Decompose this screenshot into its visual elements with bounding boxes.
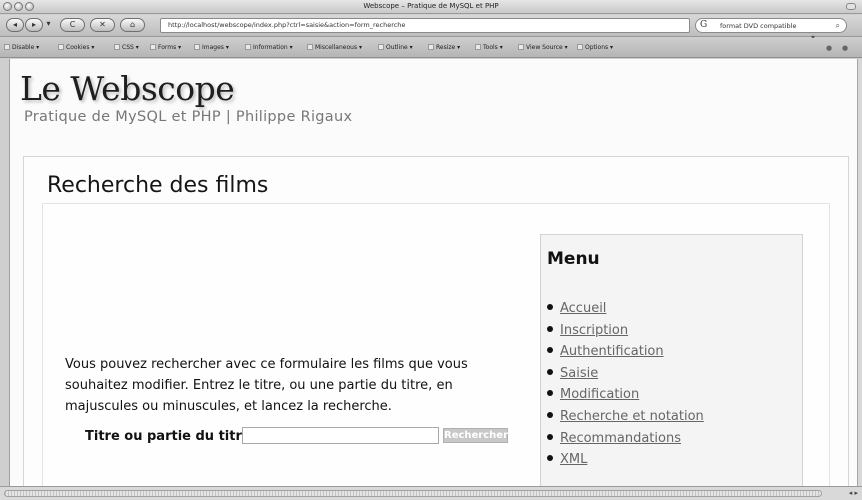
back-button[interactable]: ◂ <box>6 18 24 32</box>
title-bar: Webscope – Pratique de MySQL et PHP <box>0 0 862 14</box>
search-button[interactable]: Rechercher <box>443 428 508 443</box>
status-check-icon: ● <box>826 44 833 52</box>
menu-link-modification[interactable]: Modification <box>560 387 639 402</box>
menu-item-saisie: Saisie <box>547 366 704 388</box>
menu-link-recherche-et-notation[interactable]: Recherche et notation <box>560 409 704 424</box>
tools-icon <box>475 44 481 50</box>
menu-item-authentification: Authentification <box>547 344 704 366</box>
devbar-forms[interactable]: Forms ▾ <box>150 44 181 51</box>
menu-link-inscription[interactable]: Inscription <box>560 323 628 338</box>
menu-link-saisie[interactable]: Saisie <box>560 366 598 381</box>
bullet-icon <box>547 368 553 375</box>
intro-text: Vous pouvez rechercher avec ce formulair… <box>65 357 468 414</box>
window-title: Webscope – Pratique de MySQL et PHP <box>363 2 499 10</box>
address-bar[interactable]: http://localhost/webscope/index.php?ctrl… <box>160 18 818 42</box>
forms-icon <box>150 44 156 50</box>
toolbar-toggle-button[interactable] <box>846 3 856 10</box>
menu-link-recommandations[interactable]: Recommandations <box>560 431 681 446</box>
content-area: Vous pouvez rechercher avec ce formulair… <box>42 203 830 494</box>
devbar-css[interactable]: CSS ▾ <box>114 44 139 51</box>
devbar-cookies[interactable]: Cookies ▾ <box>58 44 94 51</box>
bullet-icon <box>547 347 553 354</box>
bullet-icon <box>547 433 553 440</box>
bullet-icon <box>547 411 553 418</box>
devbar-images[interactable]: Images ▾ <box>194 44 229 51</box>
menu-list: Accueil Inscription Authentification Sai… <box>547 301 704 474</box>
bullet-icon <box>547 325 553 332</box>
search-text: format DVD compatible <box>720 22 797 30</box>
devbar-view-source[interactable]: View Source ▾ <box>518 44 568 51</box>
site-logo[interactable]: Le Webscope <box>20 69 235 108</box>
options-icon <box>577 44 583 50</box>
resize-icon <box>428 44 434 50</box>
menu-item-xml: XML <box>547 452 704 474</box>
reload-button[interactable]: C <box>60 18 85 32</box>
bullet-icon <box>547 455 553 462</box>
devbar-outline[interactable]: Outline ▾ <box>378 44 413 51</box>
information-icon <box>245 44 251 50</box>
menu-item-accueil: Accueil <box>547 301 704 323</box>
devbar-options[interactable]: Options ▾ <box>577 44 613 51</box>
menu-item-recherche-et-notation: Recherche et notation <box>547 409 704 431</box>
css-icon <box>114 44 120 50</box>
bullet-icon <box>547 390 553 397</box>
devbar-tools[interactable]: Tools ▾ <box>475 44 503 51</box>
status-info-icon: ● <box>842 44 849 52</box>
horizontal-scrollbar[interactable]: ◂ ▸ <box>0 486 862 500</box>
forward-button[interactable]: ▸ <box>25 18 43 32</box>
miscellaneous-icon <box>307 44 313 50</box>
navigation-toolbar: ◂ ▸ ▾ C ✕ ⌂ http://localhost/webscope/in… <box>0 15 862 42</box>
menu-link-accueil[interactable]: Accueil <box>560 301 606 316</box>
scroll-arrows-icon[interactable]: ◂ ▸ <box>849 489 858 497</box>
page-content: Le Webscope Pratique de MySQL et PHP | P… <box>9 59 857 496</box>
outline-icon <box>378 44 384 50</box>
page-title: Recherche des films <box>47 173 269 198</box>
menu-panel: Menu Accueil Inscription Authentificatio… <box>540 234 803 494</box>
url-text: http://localhost/webscope/index.php?ctrl… <box>168 21 406 29</box>
disable-icon <box>4 44 10 50</box>
site-subtitle: Pratique de MySQL et PHP | Philippe Riga… <box>24 109 353 125</box>
browser-window: Webscope – Pratique de MySQL et PHP ◂ ▸ … <box>0 0 862 500</box>
title-input[interactable] <box>242 427 439 444</box>
view-source-icon <box>518 44 524 50</box>
menu-title: Menu <box>547 249 600 269</box>
menu-item-modification: Modification <box>547 387 704 409</box>
vertical-scrollbar[interactable] <box>857 59 862 486</box>
images-icon <box>194 44 200 50</box>
devbar-disable[interactable]: Disable ▾ <box>4 44 39 51</box>
bullet-icon <box>547 304 553 310</box>
menu-link-xml[interactable]: XML <box>560 452 587 467</box>
menu-item-recommandations: Recommandations <box>547 431 704 453</box>
search-engine-icon[interactable]: G <box>700 20 707 30</box>
stop-button[interactable]: ✕ <box>90 18 115 32</box>
title-field-label: Titre ou partie du titre <box>85 429 251 444</box>
web-developer-toolbar: Disable ▾ Cookies ▾ CSS ▾ Forms ▾ Images… <box>0 38 862 58</box>
horizontal-scrollbar-thumb[interactable] <box>4 490 822 497</box>
menu-link-authentification[interactable]: Authentification <box>560 344 664 359</box>
devbar-miscellaneous[interactable]: Miscellaneous ▾ <box>307 44 362 51</box>
home-button[interactable]: ⌂ <box>120 18 145 32</box>
cookie-icon <box>58 44 64 50</box>
main-panel: Recherche des films Vous pouvez recherch… <box>23 156 849 496</box>
search-icon[interactable]: ⌕ <box>836 21 840 31</box>
devbar-information[interactable]: Information ▾ <box>245 44 293 51</box>
search-input[interactable]: G format DVD compatible ⌕ <box>695 18 847 33</box>
devbar-resize[interactable]: Resize ▾ <box>428 44 460 51</box>
menu-item-inscription: Inscription <box>547 323 704 345</box>
history-dropdown-icon[interactable]: ▾ <box>46 18 51 32</box>
